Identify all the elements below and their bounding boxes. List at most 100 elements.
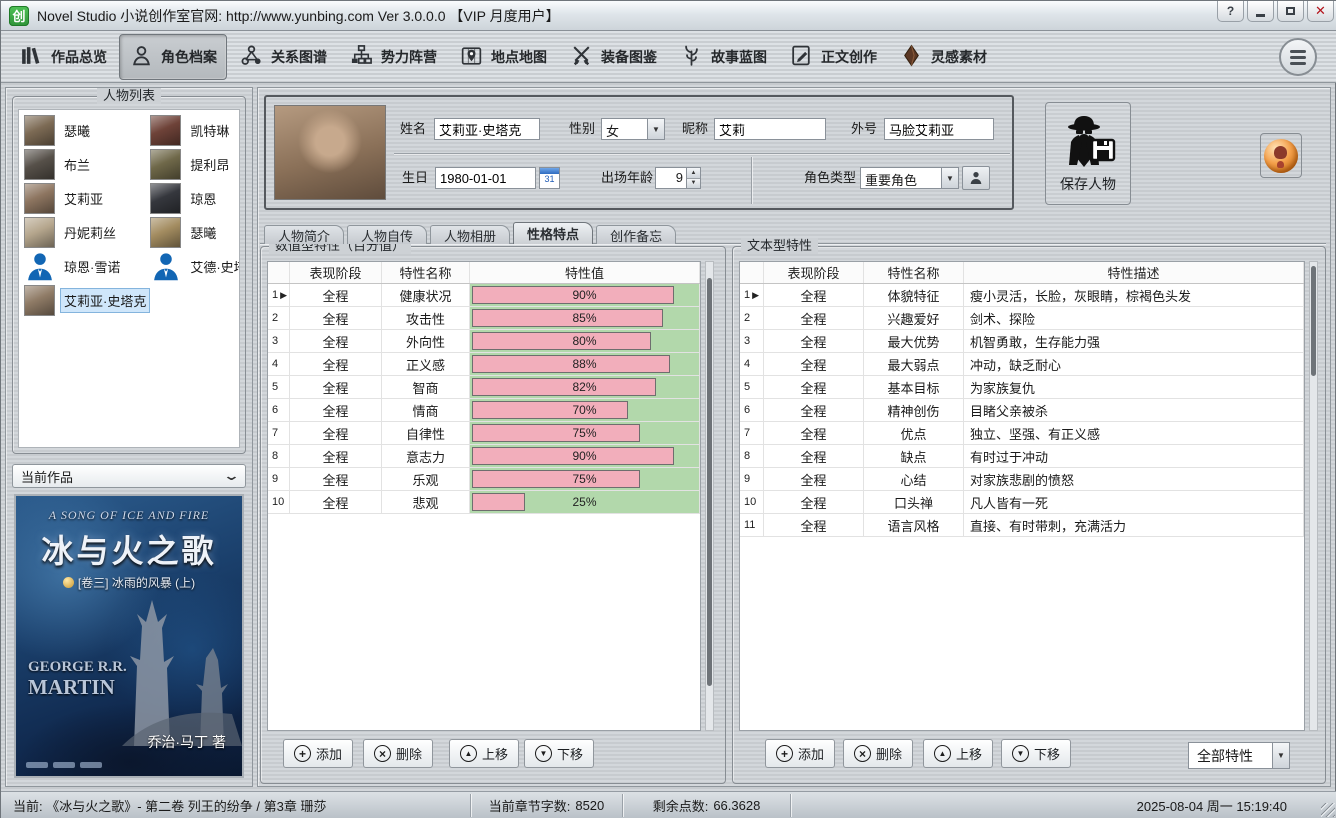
main-menu-button[interactable] [1279,38,1317,76]
text-trait-row[interactable]: 7全程优点独立、坚强、有正义感 [740,422,1304,445]
status-bar: 当前: 《冰与火之歌》- 第二卷 列王的纷争 / 第3章 珊莎 当前章节字数:8… [1,791,1336,818]
spin-up-icon[interactable]: ▲ [687,168,700,179]
character-list-item[interactable]: 艾德·史塔克 [150,249,240,283]
toolbar-button-relationship-graph[interactable]: 关系图谱 [229,34,337,80]
support-avatar-button[interactable] [1260,133,1302,178]
text-add-button[interactable]: +添加 [765,739,835,768]
character-list-item[interactable]: 瑟曦 [150,215,240,249]
debut-age-stepper[interactable]: 9 ▲▼ [655,167,701,189]
save-character-button[interactable]: 保存人物 [1045,102,1131,205]
character-list-item[interactable]: 提利昂 [150,147,240,181]
numeric-table-scrollbar[interactable] [705,261,714,731]
numeric-trait-row[interactable]: 4全程正义感88% [268,353,700,376]
text-trait-row[interactable]: 5全程基本目标为家族复仇 [740,376,1304,399]
support-avatar-icon [1264,139,1298,173]
toolbar-button-character-archive[interactable]: 角色档案 [119,34,227,80]
text-trait-row[interactable]: 3全程最大优势机智勇敢，生存能力强 [740,330,1304,353]
text-trait-row[interactable]: 8全程缺点有时过于冲动 [740,445,1304,468]
trait-stage: 全程 [764,514,864,536]
text-trait-row[interactable]: 10全程口头禅凡人皆有一死 [740,491,1304,514]
close-button[interactable]: ✕ [1307,1,1334,22]
text-trait-row[interactable]: 9全程心结对家族悲剧的愤怒 [740,468,1304,491]
toolbar-button-story-blueprint[interactable]: 故事蓝图 [669,34,777,80]
birthday-field[interactable] [435,167,536,189]
numeric-trait-row[interactable]: 5全程智商82% [268,376,700,399]
scrollbar-thumb[interactable] [707,278,712,686]
row-number: 8 [268,445,290,467]
toolbar-button-label: 装备图鉴 [601,47,657,67]
help-button[interactable]: ? [1217,1,1244,22]
numeric-trait-row[interactable]: 3全程外向性80% [268,330,700,353]
trait-description: 瘦小灵活，长脸，灰眼睛，棕褐色头发 [964,284,1304,306]
maximize-button[interactable] [1277,1,1304,22]
text-move-down-button[interactable]: ▼下移 [1001,739,1071,768]
current-row-icon: ▶ [280,290,287,301]
character-list-item[interactable]: 琼恩 [150,181,240,215]
text-move-up-button[interactable]: ▲上移 [923,739,993,768]
numeric-trait-row[interactable]: 8全程意志力90% [268,445,700,468]
numeric-trait-row[interactable]: 2全程攻击性85% [268,307,700,330]
character-avatar [24,115,55,146]
tab-3[interactable]: 人物相册 [430,225,510,244]
tab-1[interactable]: 人物简介 [264,225,344,244]
tab-2[interactable]: 人物自传 [347,225,427,244]
numeric-trait-row[interactable]: 10全程悲观25% [268,491,700,514]
spin-down-icon[interactable]: ▼ [687,179,700,189]
tab-5[interactable]: 创作备忘 [596,225,676,244]
toolbar-button-faction-camp[interactable]: 势力阵营 [339,34,447,80]
role-type-dropdown[interactable]: 重要角色▼ [860,167,959,189]
gender-dropdown[interactable]: 女▼ [601,118,665,140]
numeric-trait-row[interactable]: 6全程情商70% [268,399,700,422]
numeric-add-button[interactable]: +添加 [283,739,353,768]
text-trait-row[interactable]: 4全程最大弱点冲动，缺乏耐心 [740,353,1304,376]
name-field[interactable] [434,118,540,140]
toolbar-button-inspiration[interactable]: 灵感素材 [889,34,997,80]
character-list-item[interactable]: 凯特琳 [150,113,240,147]
character-avatar [24,217,55,248]
bar-value-label: 70% [470,399,699,421]
resize-grip[interactable] [1321,803,1335,817]
character-list-item[interactable]: 艾莉亚·史塔克 [24,283,150,317]
toolbar-button-label: 作品总览 [51,47,107,67]
text-trait-row[interactable]: 11全程语言风格直接、有时带刺，充满活力 [740,514,1304,537]
text-trait-row[interactable]: 6全程精神创伤目睹父亲被杀 [740,399,1304,422]
toolbar-button-equipment-catalog[interactable]: 装备图鉴 [559,34,667,80]
text-trait-row[interactable]: 2全程兴趣爱好剑术、探险 [740,307,1304,330]
book-author-chinese: 乔治·马丁 著 [147,732,226,752]
text-remove-button[interactable]: ×删除 [843,739,913,768]
numeric-remove-button[interactable]: ×删除 [363,739,433,768]
tab-4[interactable]: 性格特点 [513,222,593,244]
role-person-button[interactable] [962,166,990,190]
character-list-item[interactable]: 丹妮莉丝 [24,215,150,249]
toolbar-button-writing[interactable]: 正文创作 [779,34,887,80]
numeric-move-up-button[interactable]: ▲上移 [449,739,519,768]
add-icon: + [776,745,793,762]
row-number: 10 [268,491,290,513]
book-title-chinese: 冰与火之歌 [16,526,242,572]
text-table-scrollbar[interactable] [1309,261,1318,731]
toolbar-button-label: 地点地图 [491,47,547,67]
toolbar-button-location-map[interactable]: 地点地图 [449,34,557,80]
chevron-down-icon: ⌄ [223,468,240,484]
current-work-dropdown[interactable]: 当前作品 ⌄ [12,464,246,488]
trait-filter-dropdown[interactable]: 全部特性 ▼ [1188,742,1290,769]
gender-label: 性别 [569,118,595,140]
character-list-item[interactable]: 艾莉亚 [24,181,150,215]
character-list-item[interactable]: 琼恩·雪诺 [24,249,150,283]
numeric-trait-row[interactable]: 1▶全程健康状况90% [268,284,700,307]
text-trait-row[interactable]: 1▶全程体貌特征瘦小灵活，长脸，灰眼睛，棕褐色头发 [740,284,1304,307]
toolbar-button-works-overview[interactable]: 作品总览 [9,34,117,80]
character-list-item[interactable]: 布兰 [24,147,150,181]
alias-field[interactable] [884,118,994,140]
nickname-field[interactable] [714,118,826,140]
trait-name: 智商 [382,376,470,398]
location-map-icon [459,43,484,71]
numeric-trait-row[interactable]: 9全程乐观75% [268,468,700,491]
character-list-item[interactable]: 瑟曦 [24,113,150,147]
medal-icon [63,577,74,588]
minimize-button[interactable] [1247,1,1274,22]
numeric-trait-row[interactable]: 7全程自律性75% [268,422,700,445]
calendar-button[interactable]: 31 [539,167,560,189]
numeric-move-down-button[interactable]: ▼下移 [524,739,594,768]
scrollbar-thumb[interactable] [1311,266,1316,376]
